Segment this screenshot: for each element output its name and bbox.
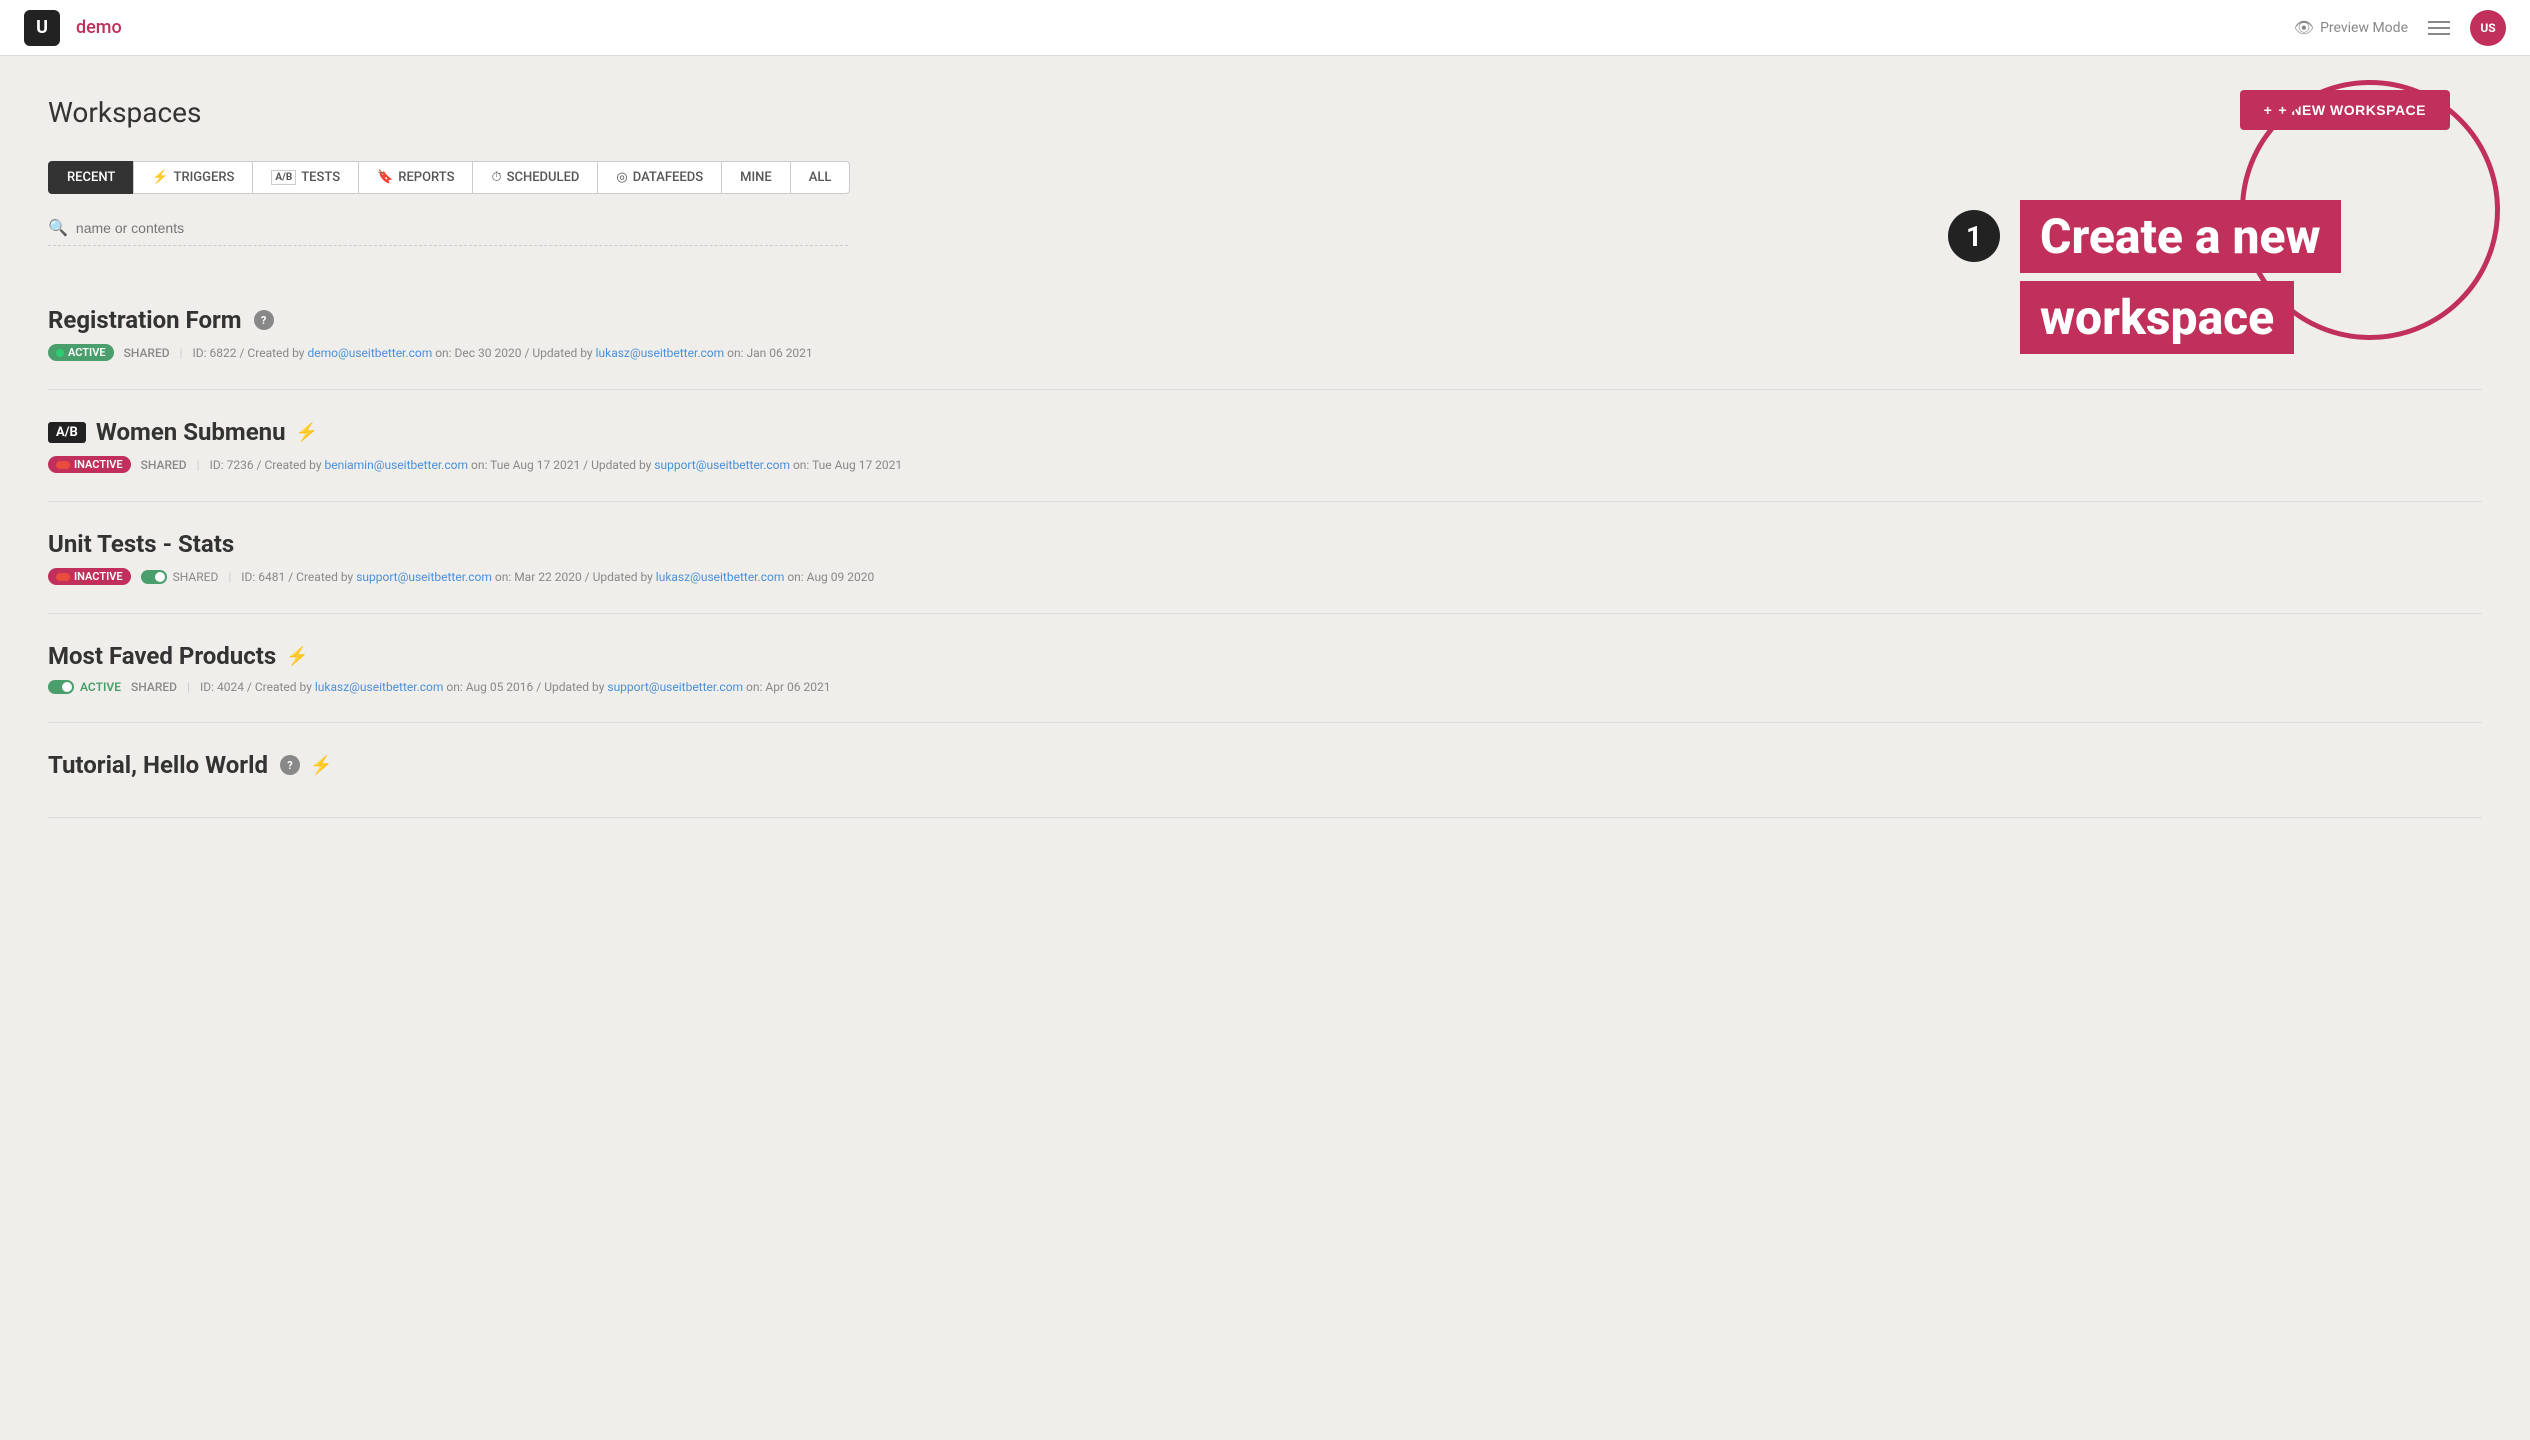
shared-badge: SHARED — [141, 458, 187, 472]
tab-recent[interactable]: RECENT — [48, 161, 133, 194]
workspace-meta-text: ID: 7236 / Created by beniamin@useitbett… — [210, 458, 903, 472]
tab-triggers[interactable]: ⚡ TRIGGERS — [133, 161, 252, 194]
search-bar: 🔍 — [48, 218, 848, 246]
preview-label: Preview Mode — [2320, 20, 2408, 36]
brand-name[interactable]: demo — [76, 17, 122, 38]
workspace-meta: ACTIVE SHARED | ID: 6822 / Created by de… — [48, 344, 2482, 361]
tab-scheduled[interactable]: ⏱ SCHEDULED — [472, 161, 597, 194]
workspace-name[interactable]: Most Faved Products — [48, 642, 276, 670]
header: U demo 👁 Preview Mode US — [0, 0, 2530, 56]
meta-separator: | — [228, 570, 231, 584]
workspace-item-most-faved-products: Most Faved Products ⚡ ACTIVE SHARED | ID… — [48, 614, 2482, 723]
toggle-on-icon — [141, 570, 167, 584]
plus-icon: + — [2264, 102, 2273, 118]
workspace-tabs: RECENT ⚡ TRIGGERS A/B TESTS 🔖 REPORTS ⏱ … — [48, 161, 2482, 194]
workspace-meta: ACTIVE SHARED | ID: 4024 / Created by lu… — [48, 680, 2482, 694]
workspace-item-tutorial-hello-world: Tutorial, Hello World ? ⚡ — [48, 723, 2482, 818]
hamburger-line1 — [2428, 21, 2450, 23]
trigger-icon: ⚡ — [310, 755, 332, 776]
datafeeds-tab-icon: ◎ — [616, 170, 627, 185]
tab-reports[interactable]: 🔖 REPORTS — [358, 161, 472, 194]
logo[interactable]: U — [24, 10, 60, 46]
workspace-item-unit-tests-stats: Unit Tests - Stats INACTIVE SHARED | ID:… — [48, 502, 2482, 614]
user-initials: US — [2480, 21, 2495, 35]
header-left: U demo — [24, 10, 122, 46]
active-label: ACTIVE — [80, 680, 121, 694]
workspace-meta: INACTIVE SHARED | ID: 6481 / Created by … — [48, 568, 2482, 585]
page-title: Workspaces — [48, 96, 2482, 129]
trigger-icon: ⚡ — [296, 422, 318, 443]
workspace-meta-text: ID: 6481 / Created by support@useitbette… — [241, 570, 874, 584]
active-toggle-badge: ACTIVE — [48, 680, 121, 694]
hamburger-menu[interactable] — [2428, 21, 2450, 35]
meta-separator: | — [197, 458, 200, 472]
workspace-item-header: Tutorial, Hello World ? ⚡ — [48, 751, 2482, 779]
question-icon: ? — [280, 755, 300, 775]
workspace-item-header: Unit Tests - Stats — [48, 530, 2482, 558]
workspace-item-registration-form: Registration Form ? ACTIVE SHARED | ID: … — [48, 278, 2482, 390]
toggle-on-icon — [48, 680, 74, 694]
search-icon: 🔍 — [48, 218, 68, 237]
status-badge-inactive: INACTIVE — [48, 456, 131, 473]
workspace-name[interactable]: Unit Tests - Stats — [48, 530, 234, 558]
tab-tests[interactable]: A/B TESTS — [252, 161, 358, 194]
reports-tab-icon: 🔖 — [377, 170, 393, 185]
ab-tab-icon: A/B — [271, 170, 296, 185]
header-right: 👁 Preview Mode US — [2294, 10, 2506, 46]
preview-mode[interactable]: 👁 Preview Mode — [2294, 18, 2408, 37]
shared-badge: SHARED — [124, 346, 170, 360]
hamburger-line2 — [2428, 27, 2450, 29]
search-input[interactable] — [76, 220, 376, 236]
tab-datafeeds[interactable]: ◎ DATAFEEDS — [597, 161, 721, 194]
workspace-item-women-submenu: A/B Women Submenu ⚡ INACTIVE SHARED | ID… — [48, 390, 2482, 502]
workspace-item-header: Registration Form ? — [48, 306, 2482, 334]
trigger-tab-icon: ⚡ — [152, 170, 168, 185]
shared-badge: SHARED — [131, 680, 177, 694]
meta-separator: | — [187, 680, 190, 694]
tab-all[interactable]: ALL — [790, 161, 851, 194]
new-workspace-label: + NEW WORKSPACE — [2278, 102, 2426, 118]
workspace-meta-text: ID: 4024 / Created by lukasz@useitbetter… — [200, 680, 831, 694]
main-content: Workspaces RECENT ⚡ TRIGGERS A/B TESTS 🔖… — [0, 56, 2530, 858]
status-badge-active: ACTIVE — [48, 344, 114, 361]
scheduled-tab-icon: ⏱ — [491, 170, 501, 185]
workspace-name[interactable]: Women Submenu — [96, 418, 286, 446]
ab-badge: A/B — [48, 422, 86, 443]
logo-text: U — [36, 17, 48, 38]
workspace-meta: INACTIVE SHARED | ID: 7236 / Created by … — [48, 456, 2482, 473]
new-workspace-button[interactable]: + + NEW WORKSPACE — [2240, 90, 2450, 130]
status-badge-inactive: INACTIVE — [48, 568, 131, 585]
workspace-name[interactable]: Tutorial, Hello World — [48, 751, 268, 779]
trigger-icon: ⚡ — [286, 646, 308, 667]
shared-toggle: SHARED — [141, 570, 219, 584]
meta-separator: | — [180, 346, 183, 360]
workspace-meta-text: ID: 6822 / Created by demo@useitbetter.c… — [193, 346, 813, 360]
workspace-name[interactable]: Registration Form — [48, 306, 242, 334]
tab-mine[interactable]: MINE — [721, 161, 790, 194]
eye-icon: 👁 — [2294, 18, 2314, 37]
question-icon: ? — [254, 310, 274, 330]
workspace-item-header: Most Faved Products ⚡ — [48, 642, 2482, 670]
workspace-item-header: A/B Women Submenu ⚡ — [48, 418, 2482, 446]
hamburger-line3 — [2428, 33, 2450, 35]
user-avatar[interactable]: US — [2470, 10, 2506, 46]
